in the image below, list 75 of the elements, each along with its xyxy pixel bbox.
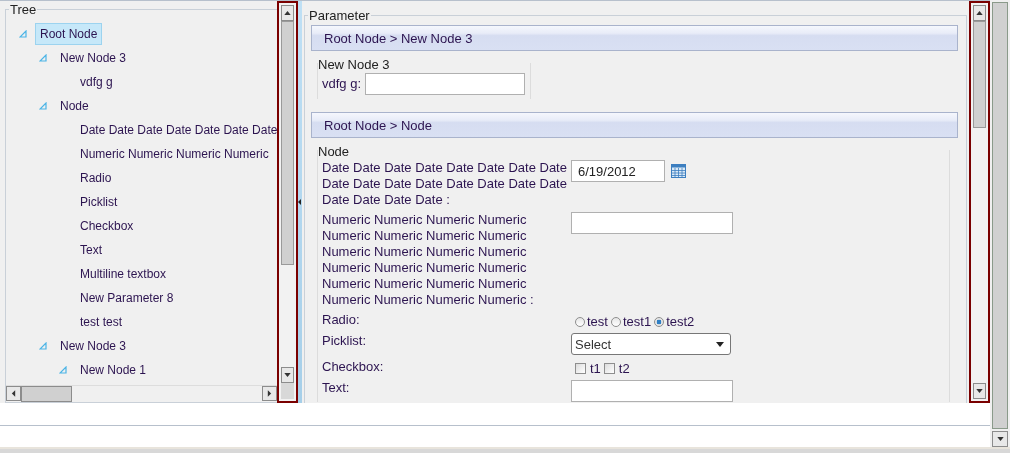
up-arrow-icon [976, 11, 983, 15]
up-arrow-icon [284, 11, 291, 15]
scroll-right-button[interactable] [262, 386, 277, 401]
text-field[interactable] [571, 380, 733, 402]
caret-icon [716, 341, 724, 347]
checkbox-label: t2 [618, 361, 630, 376]
checkbox[interactable] [603, 363, 615, 374]
tree-node[interactable]: New Node 3 [55, 335, 132, 357]
vertical-scrollbar[interactable] [277, 1, 298, 403]
vertical-scrollbar[interactable] [969, 1, 990, 403]
checkbox[interactable] [575, 363, 586, 374]
radio-button[interactable] [575, 316, 585, 327]
tree-node[interactable]: Radio [75, 167, 117, 189]
radio-label: test [587, 314, 608, 329]
left-arrow-icon [11, 390, 16, 397]
expand-triangle-icon[interactable] [19, 30, 27, 38]
group-title: New Node 3 [318, 59, 392, 71]
tree-node[interactable]: New Node 3 [55, 47, 132, 69]
field-label: Text: [322, 380, 351, 396]
scroll-down-button[interactable] [973, 383, 986, 399]
scroll-up-button[interactable] [281, 5, 294, 21]
parameter-title: Parameter [308, 10, 371, 22]
down-arrow-icon [996, 437, 1004, 441]
right-arrow-icon [267, 390, 272, 397]
scroll-left-button[interactable] [6, 386, 21, 401]
date-field[interactable]: 6/19/2012 [571, 160, 665, 182]
scrollbar-thumb[interactable] [21, 386, 72, 402]
radio-button[interactable] [610, 316, 621, 327]
expand-triangle-icon[interactable] [39, 54, 47, 62]
scroll-up-button[interactable] [973, 5, 986, 21]
expand-triangle-icon[interactable] [39, 342, 47, 350]
scrollbar-thumb[interactable] [992, 2, 1008, 429]
picklist-dropdown[interactable]: Select [571, 333, 731, 355]
collapse-arrow-icon [298, 199, 301, 205]
breadcrumb-text: Root Node > Node [324, 117, 433, 133]
field-label: Date Date Date Date Date Date Date Date Date Date Date Date Date Date Date Date Date Date Date Date : [322, 160, 568, 208]
expand-triangle-icon[interactable] [59, 366, 67, 374]
tree-node[interactable]: Multiline textbox [75, 263, 172, 285]
tree-node[interactable]: Node [55, 95, 94, 117]
down-arrow-icon [284, 373, 291, 377]
field-label: Checkbox: [322, 359, 385, 375]
breadcrumb-text: Root Node > New Node 3 [324, 30, 473, 46]
scroll-down-button[interactable] [281, 367, 294, 383]
field-label: Numeric Numeric Numeric Numeric Numeric Numeric Numeric Numeric Numeric Numeric Numeric Numeric Numeric Numeric Numeric Numeric Numeric Numeric Numeric Numeric Numeric Numeric Numeric Numeric : [322, 212, 535, 308]
field-label: vdfg g: [322, 76, 362, 92]
tree-node[interactable]: Checkbox [75, 215, 139, 237]
tree-node[interactable]: Picklist [75, 191, 123, 213]
horizontal-scrollbar[interactable] [6, 385, 277, 402]
text-field[interactable] [365, 73, 526, 95]
tree-node[interactable]: Root Node [35, 23, 103, 45]
tree-title: Tree [9, 4, 38, 16]
checkbox-label: t1 [590, 361, 601, 376]
radio-button[interactable] [654, 316, 665, 327]
scrollbar-thumb[interactable] [973, 21, 986, 128]
tree-node[interactable]: vdfg g [75, 71, 118, 93]
field-label: Radio: [322, 312, 361, 328]
scrollbar-thumb[interactable] [281, 21, 294, 265]
scroll-down-button[interactable] [992, 431, 1008, 447]
vertical-scrollbar[interactable] [990, 0, 1010, 447]
field-label: Picklist: [322, 333, 368, 349]
tree-node[interactable]: New Node 1 [75, 359, 152, 381]
tree-node[interactable]: Numeric Numeric Numeric Numeric [75, 143, 274, 165]
group-title: Node [318, 146, 352, 158]
text-field[interactable] [571, 212, 733, 234]
splitter-handle[interactable] [298, 1, 302, 403]
radio-label: test2 [666, 314, 695, 329]
scrollbar-corner [281, 383, 294, 399]
radio-label: test1 [622, 314, 652, 329]
tree-node[interactable]: Date Date Date Date Date Date Date [75, 119, 277, 141]
expand-triangle-icon[interactable] [39, 102, 47, 110]
tree-node[interactable]: New Parameter 8 [75, 287, 179, 309]
down-arrow-icon [976, 389, 983, 393]
tree-node[interactable]: Text [75, 239, 107, 261]
tree-node[interactable]: test test [75, 311, 128, 333]
calendar-icon[interactable] [671, 164, 686, 178]
